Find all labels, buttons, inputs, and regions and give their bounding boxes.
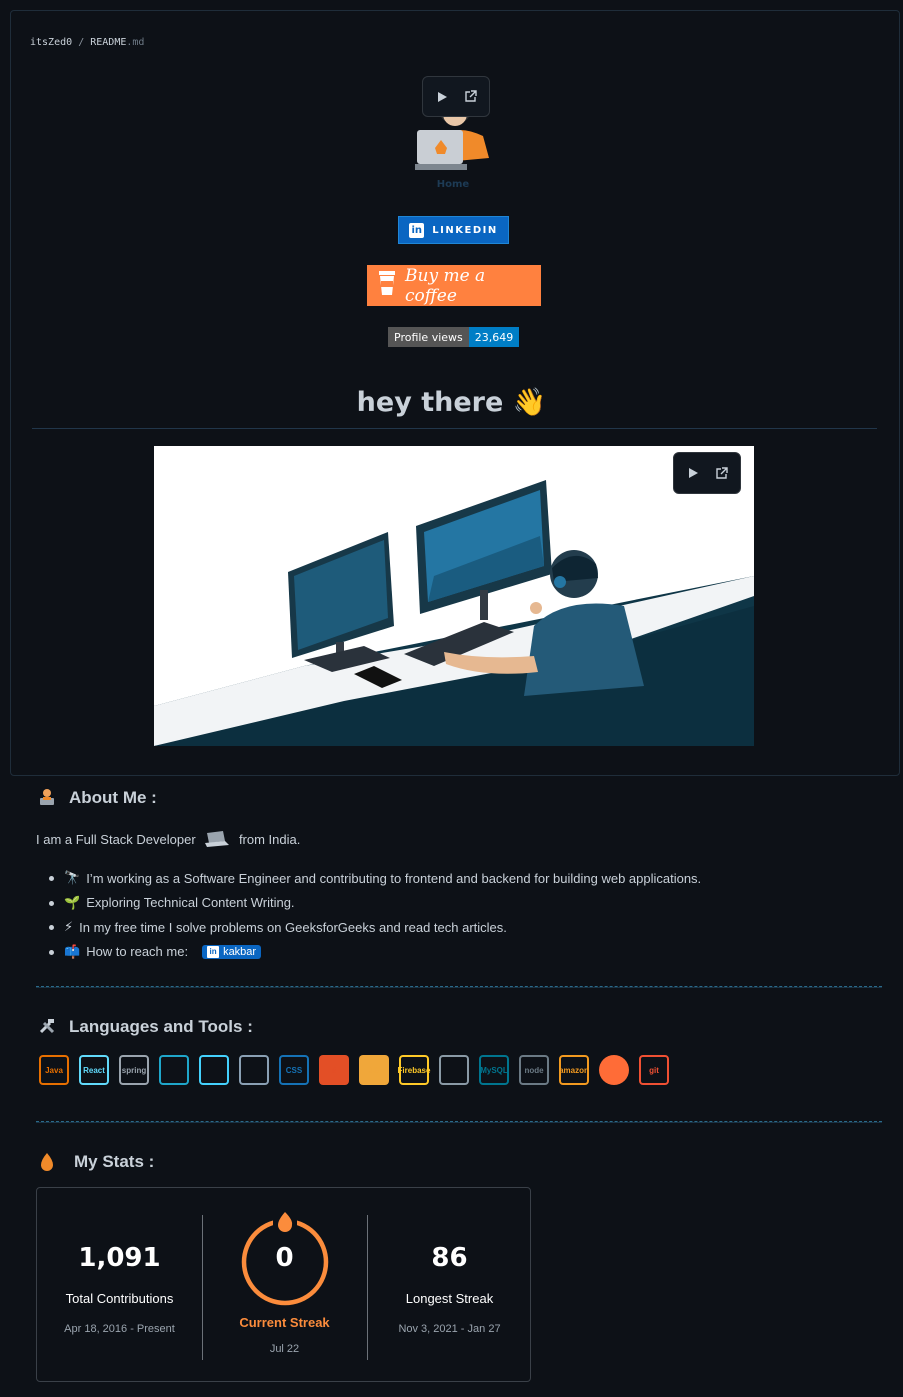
waving-hand-icon: 👋 [512, 387, 547, 418]
breadcrumb-separator: / [78, 37, 85, 48]
tool-label: amazon [559, 1065, 589, 1075]
play-icon[interactable] [433, 88, 451, 106]
java-icon[interactable]: Java [36, 1050, 72, 1090]
about-list: 🔭 I’m working as a Software Engineer and … [48, 866, 702, 965]
about-item-text: In my free time I solve problems on Geek… [79, 919, 507, 935]
profile-views-badge: Profile views 23,649 [388, 327, 520, 347]
tool-label: JS [369, 1065, 379, 1075]
total-contributions-value: 1,091 [78, 1243, 161, 1273]
longest-streak-label: Longest Streak [405, 1291, 494, 1306]
linkedin-icon: in [207, 945, 220, 958]
profile-views-label: Profile views [388, 327, 469, 347]
about-list-item: 🌱 Exploring Technical Content Writing. [48, 891, 701, 916]
about-item-text: Exploring Technical Content Writing. [86, 895, 295, 911]
current-streak-range: Jul 22 [269, 1343, 300, 1355]
about-list-item: ⚡ In my free time I solve problems on Gee… [48, 915, 701, 940]
breadcrumb-ext: .md [126, 37, 145, 48]
greeting-heading: hey there 👋 [0, 386, 903, 418]
developer-illustration [154, 446, 754, 746]
avatar-caption: Home [437, 179, 470, 190]
section-divider [36, 986, 882, 988]
about-intro: I am a Full Stack Developer from India. [36, 831, 300, 850]
breadcrumb: itsZed0 / README.md [30, 37, 144, 48]
seedling-icon: 🌱 [64, 894, 81, 910]
fire-icon [39, 1152, 55, 1176]
total-contributions-label: Total Contributions [65, 1291, 174, 1306]
current-streak-label: Current Streak [239, 1315, 330, 1330]
react-icon[interactable]: React [76, 1050, 112, 1090]
total-contributions-column: 1,091 Total Contributions Apr 18, 2016 -… [37, 1188, 202, 1383]
tool-label: 5 [331, 1065, 337, 1075]
tool-label: git [649, 1065, 659, 1075]
longest-streak-column: 86 Longest Streak Nov 3, 2021 - Jan 27 [367, 1188, 532, 1383]
total-contributions-range: Apr 18, 2016 - Present [64, 1323, 175, 1335]
external-link-icon[interactable] [712, 464, 730, 482]
about-me-heading: About Me : [69, 788, 157, 807]
hammer-wrench-icon [38, 1017, 56, 1039]
technologist-icon [38, 788, 56, 810]
profile-views-count: 23,649 [468, 327, 520, 347]
about-intro-before: I am a Full Stack Developer [36, 831, 196, 847]
linkedin-icon: in [409, 222, 425, 238]
material-ui-icon[interactable] [156, 1050, 192, 1090]
external-link-icon[interactable] [461, 88, 479, 106]
play-icon[interactable] [684, 464, 702, 482]
breadcrumb-file[interactable]: README [90, 37, 126, 48]
css3-icon[interactable]: CSS [276, 1050, 312, 1090]
my-stats-heading: My Stats : [74, 1152, 155, 1171]
kakbar-label: kakbar [223, 945, 257, 958]
languages-heading: Languages and Tools : [69, 1017, 253, 1036]
tools-row: Java React spring CSS 5 JS Firebase MySQL node am… [36, 1050, 672, 1090]
about-list-item: 📫 How to reach me: in kakbar [48, 940, 701, 965]
lightning-icon: ⚡ [64, 919, 74, 935]
buy-me-a-coffee-button[interactable]: Buy me a coffee [367, 265, 541, 306]
firebase-icon[interactable]: Firebase [396, 1050, 432, 1090]
html5-icon[interactable]: 5 [316, 1050, 352, 1090]
tool-label: CSS [285, 1065, 303, 1075]
coffee-cup-icon [377, 270, 397, 301]
coffee-label: Buy me a coffee [405, 265, 486, 306]
linkedin-badge[interactable]: in LINKEDIN [398, 216, 509, 244]
flutter-icon[interactable] [196, 1050, 232, 1090]
tool-label: node [524, 1065, 544, 1075]
current-streak-column: 0 Current Streak Jul 22 [202, 1188, 367, 1383]
linkedin-kakbar-badge[interactable]: in kakbar [202, 944, 262, 959]
linkedin-label: LINKEDIN [432, 224, 498, 236]
longest-streak-range: Nov 3, 2021 - Jan 27 [398, 1323, 501, 1335]
javascript-icon[interactable]: JS [356, 1050, 392, 1090]
longest-streak-value: 86 [431, 1243, 468, 1273]
redux-icon[interactable] [236, 1050, 272, 1090]
aws-icon[interactable]: amazon [556, 1050, 592, 1090]
about-list-item: 🔭 I’m working as a Software Engineer and … [48, 866, 702, 891]
postman-icon[interactable] [596, 1050, 632, 1090]
section-divider [36, 1121, 882, 1123]
telescope-icon: 🔭 [64, 870, 81, 886]
mysql-icon[interactable]: MySQL [476, 1050, 512, 1090]
tool-label: Java [45, 1065, 63, 1075]
about-item-text: I’m working as a Software Engineer and c… [86, 870, 702, 886]
spring-icon[interactable]: spring [116, 1050, 152, 1090]
mailbox-icon: 📫 [64, 943, 81, 959]
hero-media-controls [673, 452, 741, 494]
nodejs-icon[interactable]: node [516, 1050, 552, 1090]
tool-label: spring [121, 1065, 147, 1075]
greeting-text: hey there [356, 387, 504, 418]
streak-stats-card: 1,091 Total Contributions Apr 18, 2016 -… [36, 1187, 531, 1382]
heading-divider [32, 428, 877, 429]
avatar-media-controls [422, 76, 490, 117]
tool-label: Firebase [397, 1065, 431, 1075]
about-item-text: How to reach me: [86, 944, 189, 960]
current-streak-value: 0 [275, 1243, 294, 1273]
breadcrumb-owner[interactable]: itsZed0 [30, 37, 72, 48]
git-icon[interactable]: git [636, 1050, 672, 1090]
laptop-emoji-icon [203, 831, 231, 850]
tool-label: React [83, 1065, 105, 1075]
about-intro-after: from India. [238, 831, 301, 847]
gatsby-icon[interactable] [436, 1050, 472, 1090]
tool-label: MySQL [480, 1065, 508, 1075]
